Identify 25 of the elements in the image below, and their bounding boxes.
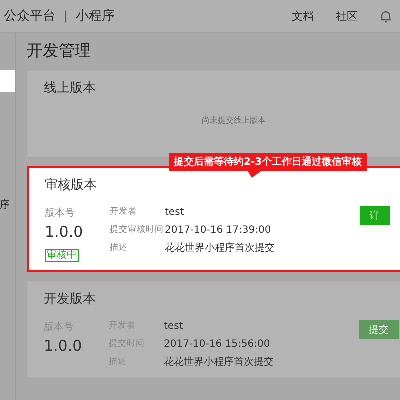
page-title: 开发管理: [27, 41, 92, 62]
field-label: 描述: [110, 242, 129, 255]
version-label: 版本号: [45, 206, 76, 220]
empty-message: 尚未提交线上版本: [201, 115, 267, 126]
nav-link[interactable]: 文档: [292, 8, 314, 24]
sidebar-item[interactable]: 序: [0, 194, 15, 216]
card-title: 开发版本: [44, 291, 97, 308]
nav-link[interactable]: 社区: [336, 8, 358, 24]
field-value: 花花世界小程序首次提交: [165, 242, 276, 255]
title-separator: |: [64, 9, 68, 23]
field-value: 2017-10-16 17:39:00: [165, 224, 272, 237]
card-title: 线上版本: [44, 80, 97, 97]
status-badge: 审核中: [45, 249, 79, 262]
card-title: 审核版本: [45, 177, 98, 194]
field-label: 提交审核时间: [110, 224, 165, 237]
version-number: 1.0.0: [45, 223, 84, 241]
field-label: 开发者: [110, 206, 138, 219]
product-name: 小程序: [76, 8, 116, 25]
field-value: test: [165, 206, 186, 219]
bell-icon[interactable]: [380, 10, 392, 22]
version-number: 1.0.0: [44, 337, 84, 355]
field-value: test: [164, 320, 184, 333]
field-value: 花花世界小程序首次提交: [164, 356, 275, 369]
platform-title: 公众平台: [4, 8, 56, 25]
field-value: 2017-10-16 15:56:00: [164, 338, 272, 351]
